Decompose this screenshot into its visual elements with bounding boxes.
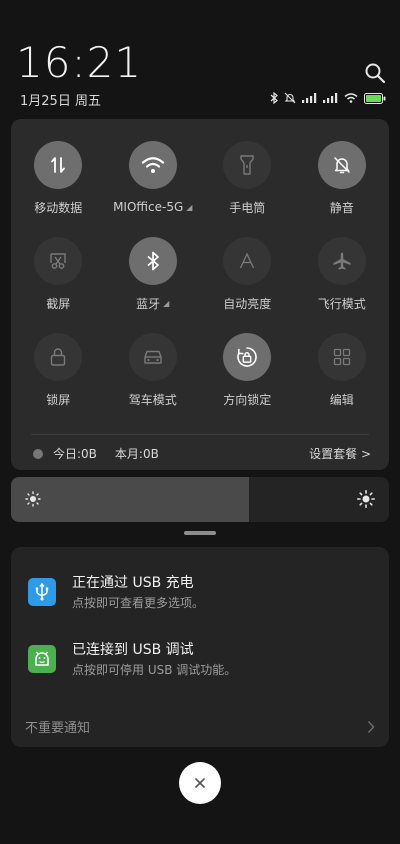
data-usage-icon <box>33 448 43 459</box>
unimportant-notifications-row[interactable]: 不重要通知 <box>25 717 375 736</box>
signal-icon <box>302 93 317 103</box>
set-plan-link[interactable]: 设置套餐 > <box>309 445 371 462</box>
chevron-right-icon <box>367 720 375 733</box>
tile-label: 飞行模式 <box>317 296 366 311</box>
signal-icon <box>323 93 338 103</box>
close-icon <box>195 778 205 788</box>
usage-today: 今日:0B <box>53 447 97 461</box>
battery-icon <box>364 92 386 104</box>
status-bar-icons <box>270 91 386 105</box>
data-arrows-icon <box>51 157 66 173</box>
tile-airplane[interactable]: 飞行模式 <box>295 237 390 311</box>
more-options-indicator: ◢ <box>186 202 193 212</box>
tile-label: 自动亮度 <box>223 296 272 311</box>
scissors-icon <box>50 253 66 269</box>
notification-title: 已连接到 USB 调试 <box>72 642 194 658</box>
usage-month: 本月:0B <box>114 447 159 461</box>
bluetooth-icon <box>270 92 278 104</box>
tile-label: 截屏 <box>46 296 71 311</box>
wifi-icon <box>344 93 358 103</box>
notification-body: 点按即可停用 USB 调试功能。 <box>72 663 237 677</box>
bluetooth-icon <box>147 251 159 271</box>
bell-off-icon <box>334 157 350 174</box>
flashlight-icon <box>240 155 254 175</box>
tile-label: 方向锁定 <box>223 392 272 407</box>
search-icon <box>365 63 386 84</box>
tile-label: 编辑 <box>329 392 354 407</box>
brightness-high-icon <box>357 490 375 508</box>
clock: 16:21 <box>16 38 143 87</box>
tile-flashlight[interactable]: 手电筒 <box>200 141 295 215</box>
tile-label: 蓝牙 <box>136 296 161 311</box>
brightness-low-icon <box>25 491 41 507</box>
auto-a-icon <box>240 252 255 269</box>
notification-body: 点按即可查看更多选项。 <box>72 596 205 610</box>
more-options-indicator: ◢ <box>163 298 170 308</box>
tile-auto-brightness[interactable]: 自动亮度 <box>200 237 295 311</box>
tile-mobile-data[interactable]: 移动数据 <box>11 141 106 215</box>
tile-edit[interactable]: 编辑 <box>295 333 390 407</box>
clear-notifications-button[interactable] <box>179 762 221 804</box>
android-icon <box>28 645 56 673</box>
tile-mute[interactable]: 静音 <box>295 141 390 215</box>
data-usage-row: 今日:0B 本月:0B 设置套餐 > <box>33 445 371 462</box>
tile-bluetooth[interactable]: 蓝牙 ◢ <box>106 237 201 311</box>
divider <box>31 434 369 435</box>
tile-label: 锁屏 <box>46 392 71 407</box>
tile-lock-screen[interactable]: 锁屏 <box>11 333 106 407</box>
brightness-level-fill <box>11 477 250 522</box>
notification-usb-debugging[interactable]: 已连接到 USB 调试 点按即可停用 USB 调试功能。 <box>11 639 389 689</box>
date: 1月25日 周五 <box>20 94 101 109</box>
tile-label: 静音 <box>329 200 354 215</box>
car-icon <box>144 350 162 364</box>
notification-title: 正在通过 USB 充电 <box>72 575 194 591</box>
notification-panel: 正在通过 USB 充电 点按即可查看更多选项。 已连接到 USB 调试 点按即可… <box>11 547 389 747</box>
tile-wifi[interactable]: MIOffice-5G ◢ <box>106 141 201 215</box>
lock-icon <box>51 348 66 366</box>
tile-rotation-lock[interactable]: 方向锁定 <box>200 333 295 407</box>
usb-icon <box>28 578 56 606</box>
drag-handle[interactable] <box>184 531 216 535</box>
tile-label: 移动数据 <box>34 200 83 215</box>
rotation-lock-icon <box>237 347 258 367</box>
notification-usb-charging[interactable]: 正在通过 USB 充电 点按即可查看更多选项。 <box>11 572 389 622</box>
brightness-slider[interactable] <box>11 477 389 522</box>
grid-icon <box>333 348 350 366</box>
mute-icon <box>284 92 296 104</box>
quick-settings-panel: 移动数据 MIOffice-5G ◢ 手电筒 静音 截屏 蓝牙 ◢ 自动亮度 飞… <box>11 119 389 470</box>
tile-screenshot[interactable]: 截屏 <box>11 237 106 311</box>
tile-label: 驾车模式 <box>128 392 177 407</box>
quick-settings-grid: 移动数据 MIOffice-5G ◢ 手电筒 静音 截屏 蓝牙 ◢ 自动亮度 飞… <box>11 141 389 407</box>
tile-driving-mode[interactable]: 驾车模式 <box>106 333 201 407</box>
wifi-icon <box>141 157 164 173</box>
unimportant-label: 不重要通知 <box>25 721 91 736</box>
tile-label: 手电筒 <box>229 200 266 215</box>
airplane-icon <box>333 252 351 270</box>
tile-label: MIOffice-5G <box>113 200 184 214</box>
search-button[interactable] <box>364 62 386 84</box>
